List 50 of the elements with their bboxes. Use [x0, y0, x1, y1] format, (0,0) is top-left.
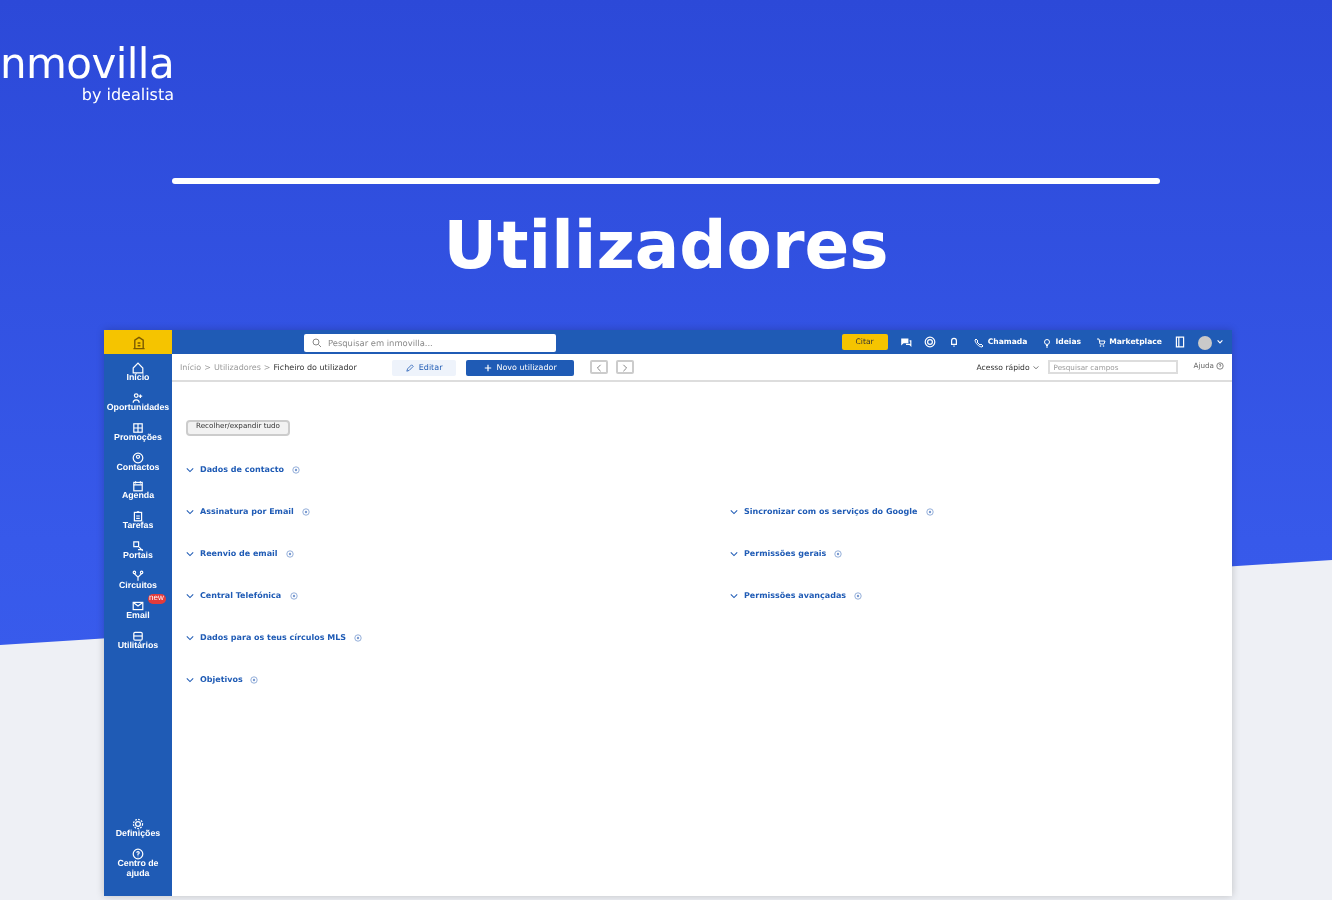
chevron-down-icon	[186, 591, 194, 599]
info-icon[interactable]	[291, 465, 300, 473]
app-logo[interactable]	[104, 330, 172, 354]
next-button[interactable]	[616, 360, 635, 374]
info-icon[interactable]	[289, 591, 298, 599]
chevron-left-icon	[596, 363, 603, 371]
envelope-icon	[131, 599, 144, 612]
info-icon[interactable]	[925, 507, 934, 515]
bell-icon[interactable]	[947, 336, 960, 348]
house-icon	[131, 362, 144, 374]
chevron-down-icon	[730, 591, 738, 599]
brand-logo: nmovilla	[0, 44, 175, 86]
info-icon[interactable]	[834, 549, 843, 557]
people-icon	[131, 391, 144, 404]
info-icon[interactable]	[285, 549, 294, 557]
info-icon[interactable]	[301, 507, 310, 515]
help-icon	[132, 848, 144, 861]
phone-icon	[973, 337, 984, 347]
chevron-down-icon	[730, 507, 738, 515]
contact-icon	[131, 451, 144, 464]
lightbulb-icon	[1041, 337, 1052, 347]
info-icon[interactable]	[354, 633, 363, 641]
plus-icon	[484, 363, 493, 371]
building-logo-icon	[131, 335, 145, 349]
caret-icon[interactable]	[1216, 338, 1224, 346]
chevron-down-icon	[730, 549, 738, 557]
clipboard-icon	[131, 510, 144, 523]
toolbox-icon	[131, 629, 144, 642]
chat-icon[interactable]	[899, 336, 912, 348]
search-icon	[312, 337, 322, 347]
avatar[interactable]	[1198, 335, 1212, 349]
info-icon[interactable]	[854, 591, 863, 599]
chevron-down-icon	[186, 633, 194, 641]
chevron-down-icon	[186, 549, 194, 557]
chevron-down-icon	[186, 507, 194, 515]
chevron-right-icon	[622, 363, 629, 371]
brand-tagline: by idealista	[79, 88, 175, 104]
caret-icon	[1031, 363, 1040, 371]
previous-button[interactable]	[590, 360, 609, 374]
chevron-down-icon	[186, 675, 194, 683]
settings-icon	[132, 818, 144, 831]
page-title: Utilizadores	[441, 204, 891, 288]
pencil-icon	[406, 363, 415, 371]
cart-icon	[1095, 337, 1106, 347]
calendar-icon	[131, 480, 144, 493]
info-icon[interactable]	[250, 675, 259, 683]
chevron-down-icon	[186, 465, 194, 473]
question-icon	[1216, 362, 1224, 371]
building-icon	[131, 421, 144, 434]
branch-icon	[131, 569, 144, 582]
